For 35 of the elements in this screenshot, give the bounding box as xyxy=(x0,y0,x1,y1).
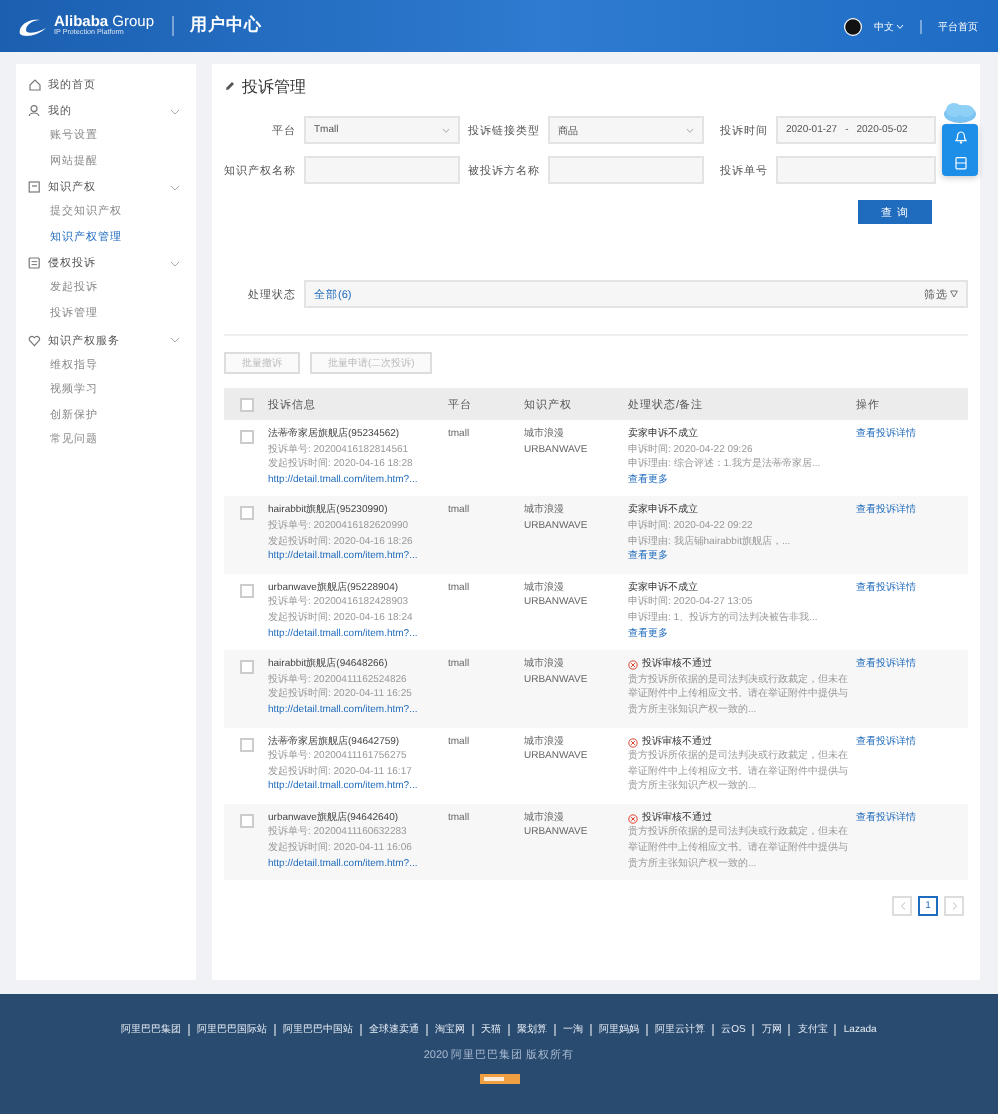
checkbox[interactable] xyxy=(240,506,254,521)
caret-icon xyxy=(896,23,904,29)
caret-icon xyxy=(686,127,694,133)
error-icon xyxy=(628,737,638,748)
pencil-icon xyxy=(224,80,236,92)
funnel-icon xyxy=(950,290,958,298)
document-icon xyxy=(28,180,42,195)
home-icon xyxy=(28,78,42,92)
checkbox[interactable] xyxy=(240,813,254,828)
input-field[interactable] xyxy=(776,156,936,184)
checkbox[interactable] xyxy=(240,583,254,598)
previous-page-button[interactable] xyxy=(892,896,912,917)
page-heading: 用户中心 xyxy=(190,14,263,38)
caret-icon xyxy=(442,127,450,133)
input-field[interactable] xyxy=(548,156,704,184)
error-icon xyxy=(628,660,638,671)
cloud-mascot-icon xyxy=(942,102,978,124)
document-icon[interactable] xyxy=(953,156,967,170)
next-page-button[interactable] xyxy=(944,896,964,917)
checkbox[interactable] xyxy=(240,660,254,675)
checkbox[interactable] xyxy=(240,430,254,444)
heart-icon xyxy=(28,333,42,348)
chevron-left-icon xyxy=(899,902,905,911)
list-icon xyxy=(28,256,42,271)
checkbox[interactable] xyxy=(240,737,254,751)
bell-icon[interactable] xyxy=(953,130,967,144)
chevron-right-icon xyxy=(951,902,957,911)
panel-title: 投诉管理 xyxy=(242,75,306,97)
input-field[interactable] xyxy=(304,156,460,184)
checkbox[interactable] xyxy=(240,398,254,412)
avatar-icon[interactable] xyxy=(844,17,862,35)
user-icon xyxy=(28,104,42,118)
logo-icon xyxy=(16,15,50,37)
error-icon xyxy=(628,814,638,825)
certificate-badge-icon[interactable] xyxy=(479,1074,519,1084)
